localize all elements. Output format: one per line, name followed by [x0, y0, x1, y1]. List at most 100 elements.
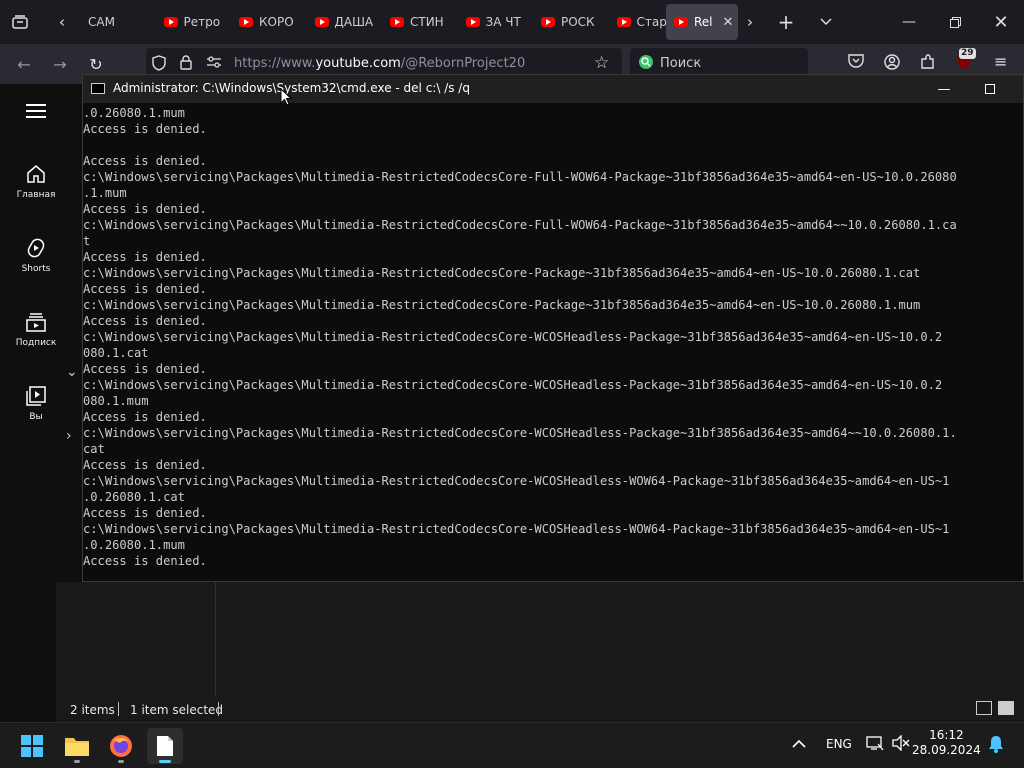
- browser-tab[interactable]: КОРО: [231, 4, 301, 40]
- back-arrow-icon[interactable]: ←: [8, 48, 40, 80]
- file-explorer-panel: [56, 582, 1024, 696]
- cmd-minimize-button[interactable]: —: [921, 75, 967, 103]
- start-windows-icon[interactable]: [14, 728, 50, 764]
- console-line: Access is denied.: [83, 202, 207, 216]
- browser-tab[interactable]: Ретро: [156, 4, 226, 40]
- clock-date: 28.09.2024: [912, 743, 981, 757]
- minimize-window-button[interactable]: —: [886, 0, 932, 44]
- tab-title: СТИН: [410, 15, 444, 29]
- network-icon[interactable]: [866, 735, 884, 754]
- tab-title: ЗА ЧТ: [485, 15, 521, 29]
- sidebar-item-you[interactable]: Вы: [6, 386, 66, 422]
- console-line: Access is denied.: [83, 410, 207, 424]
- bookmark-star-icon[interactable]: ☆: [594, 53, 609, 73]
- restore-window-button[interactable]: [932, 0, 978, 44]
- sidebar-item-shorts[interactable]: Shorts: [6, 238, 66, 274]
- notification-bell-icon[interactable]: [988, 735, 1004, 756]
- browser-tab[interactable]: Rel ✕: [666, 4, 738, 40]
- tray-overflow-chevron-icon[interactable]: [792, 736, 806, 752]
- console-line: c:\Windows\servicing\Packages\Multimedia…: [83, 330, 943, 344]
- tab-title: ДАША: [334, 15, 374, 29]
- cmd-console-output[interactable]: .0.26080.1.mum Access is denied. Access is…: [83, 105, 1023, 581]
- browser-tab[interactable]: ЗА ЧТ: [458, 4, 528, 40]
- youtube-favicon-icon: [390, 17, 404, 27]
- permissions-icon[interactable]: [206, 55, 222, 73]
- console-text: .0.26080.1.mum Access is denied. Access is…: [83, 105, 1023, 569]
- list-tabs-chevron-down-icon[interactable]: [810, 6, 842, 38]
- youtube-favicon-icon: [541, 17, 555, 27]
- account-icon[interactable]: [884, 54, 900, 74]
- blank-app-taskbar-icon[interactable]: [147, 728, 183, 764]
- file-explorer-taskbar-icon[interactable]: [59, 728, 95, 764]
- running-indicator: [118, 760, 124, 763]
- tab-title: Ретро: [183, 15, 221, 29]
- sidebar-item-label: Вы: [29, 412, 43, 422]
- search-placeholder: Поиск: [660, 56, 702, 71]
- console-line: .0.26080.1.mum: [83, 538, 185, 552]
- console-line: .0.26080.1.cat: [83, 490, 185, 504]
- command-prompt-window[interactable]: Administrator: C:\Windows\System32\cmd.e…: [82, 74, 1024, 582]
- close-window-button[interactable]: ✕: [978, 0, 1024, 44]
- explorer-status-bar: 2 items 1 item selected: [56, 696, 1024, 722]
- clock-time: 16:12: [929, 728, 964, 742]
- browser-tab[interactable]: САМ: [80, 4, 150, 40]
- console-line: c:\Windows\servicing\Packages\Multimedia…: [83, 426, 957, 440]
- cmd-title-bar[interactable]: Administrator: C:\Windows\System32\cmd.e…: [83, 75, 1023, 103]
- browser-tab[interactable]: РОСК: [533, 4, 603, 40]
- new-tab-icon[interactable]: +: [770, 6, 802, 38]
- extensions-puzzle-icon[interactable]: [920, 54, 936, 74]
- sidebar-item-home[interactable]: Главная: [6, 164, 66, 200]
- browser-tab[interactable]: ДАША: [307, 4, 377, 40]
- you-icon: [6, 386, 66, 412]
- tab-title: РОСК: [561, 15, 595, 29]
- pane-divider[interactable]: [215, 582, 216, 696]
- lock-icon[interactable]: [180, 55, 192, 74]
- tracking-protection-shield-icon[interactable]: [152, 55, 166, 75]
- console-line: .1.mum: [83, 186, 127, 200]
- sidebar-item-label: Главная: [16, 190, 56, 200]
- extension-badge: 29: [959, 48, 976, 59]
- firefox-taskbar-icon[interactable]: [103, 728, 139, 764]
- console-line: Access is denied.: [83, 506, 207, 520]
- tiles-view-icon[interactable]: [998, 701, 1014, 715]
- youtube-favicon-icon: [465, 17, 480, 27]
- menu-hamburger-icon[interactable]: ≡: [994, 52, 1007, 71]
- details-view-icon[interactable]: [976, 701, 992, 715]
- url-path: /@RebornProject20: [400, 56, 526, 71]
- youtube-favicon-icon: [239, 17, 253, 27]
- expand-chevron-icon[interactable]: ⌄: [66, 364, 78, 380]
- status-item-count: 2 items: [70, 703, 115, 717]
- scroll-tabs-left-icon[interactable]: ‹: [46, 6, 78, 38]
- console-line: Access is denied.: [83, 122, 207, 136]
- console-line: Access is denied.: [83, 282, 207, 296]
- console-line: c:\Windows\servicing\Packages\Multimedia…: [83, 378, 943, 392]
- url-prefix: https://www.: [234, 56, 316, 71]
- system-clock[interactable]: 16:12 28.09.2024: [912, 728, 981, 758]
- browser-tab[interactable]: СТИН: [382, 4, 452, 40]
- console-line: c:\Windows\servicing\Packages\Multimedia…: [83, 474, 950, 488]
- cmd-maximize-button[interactable]: [967, 75, 1013, 103]
- console-line: Access is denied.: [83, 250, 207, 264]
- forward-arrow-icon[interactable]: →: [44, 48, 76, 80]
- close-tab-icon[interactable]: ✕: [723, 15, 734, 30]
- console-line: c:\Windows\servicing\Packages\Multimedia…: [83, 522, 950, 536]
- input-language-indicator[interactable]: ENG: [826, 737, 852, 751]
- running-indicator: [74, 760, 80, 763]
- tab-title: Rel: [694, 15, 713, 29]
- console-line: Access is denied.: [83, 314, 207, 328]
- sidebar-item-subscriptions[interactable]: Подписк: [6, 312, 66, 348]
- chevron-right-icon[interactable]: ›: [66, 428, 72, 444]
- volume-muted-icon[interactable]: [892, 734, 910, 754]
- console-line: Access is denied.: [83, 154, 207, 168]
- console-line: c:\Windows\servicing\Packages\Multimedia…: [83, 170, 957, 184]
- status-selected-count: 1 item selected: [130, 703, 224, 717]
- console-line: Access is denied.: [83, 458, 207, 472]
- tab-overview-icon[interactable]: [4, 6, 36, 38]
- status-divider: [218, 702, 219, 716]
- console-line: Access is denied.: [83, 554, 207, 568]
- pocket-icon[interactable]: [848, 54, 864, 72]
- scroll-tabs-right-icon[interactable]: ›: [734, 6, 766, 38]
- sidebar-item-label: Подписк: [15, 338, 57, 348]
- guide-menu-icon[interactable]: [26, 104, 46, 118]
